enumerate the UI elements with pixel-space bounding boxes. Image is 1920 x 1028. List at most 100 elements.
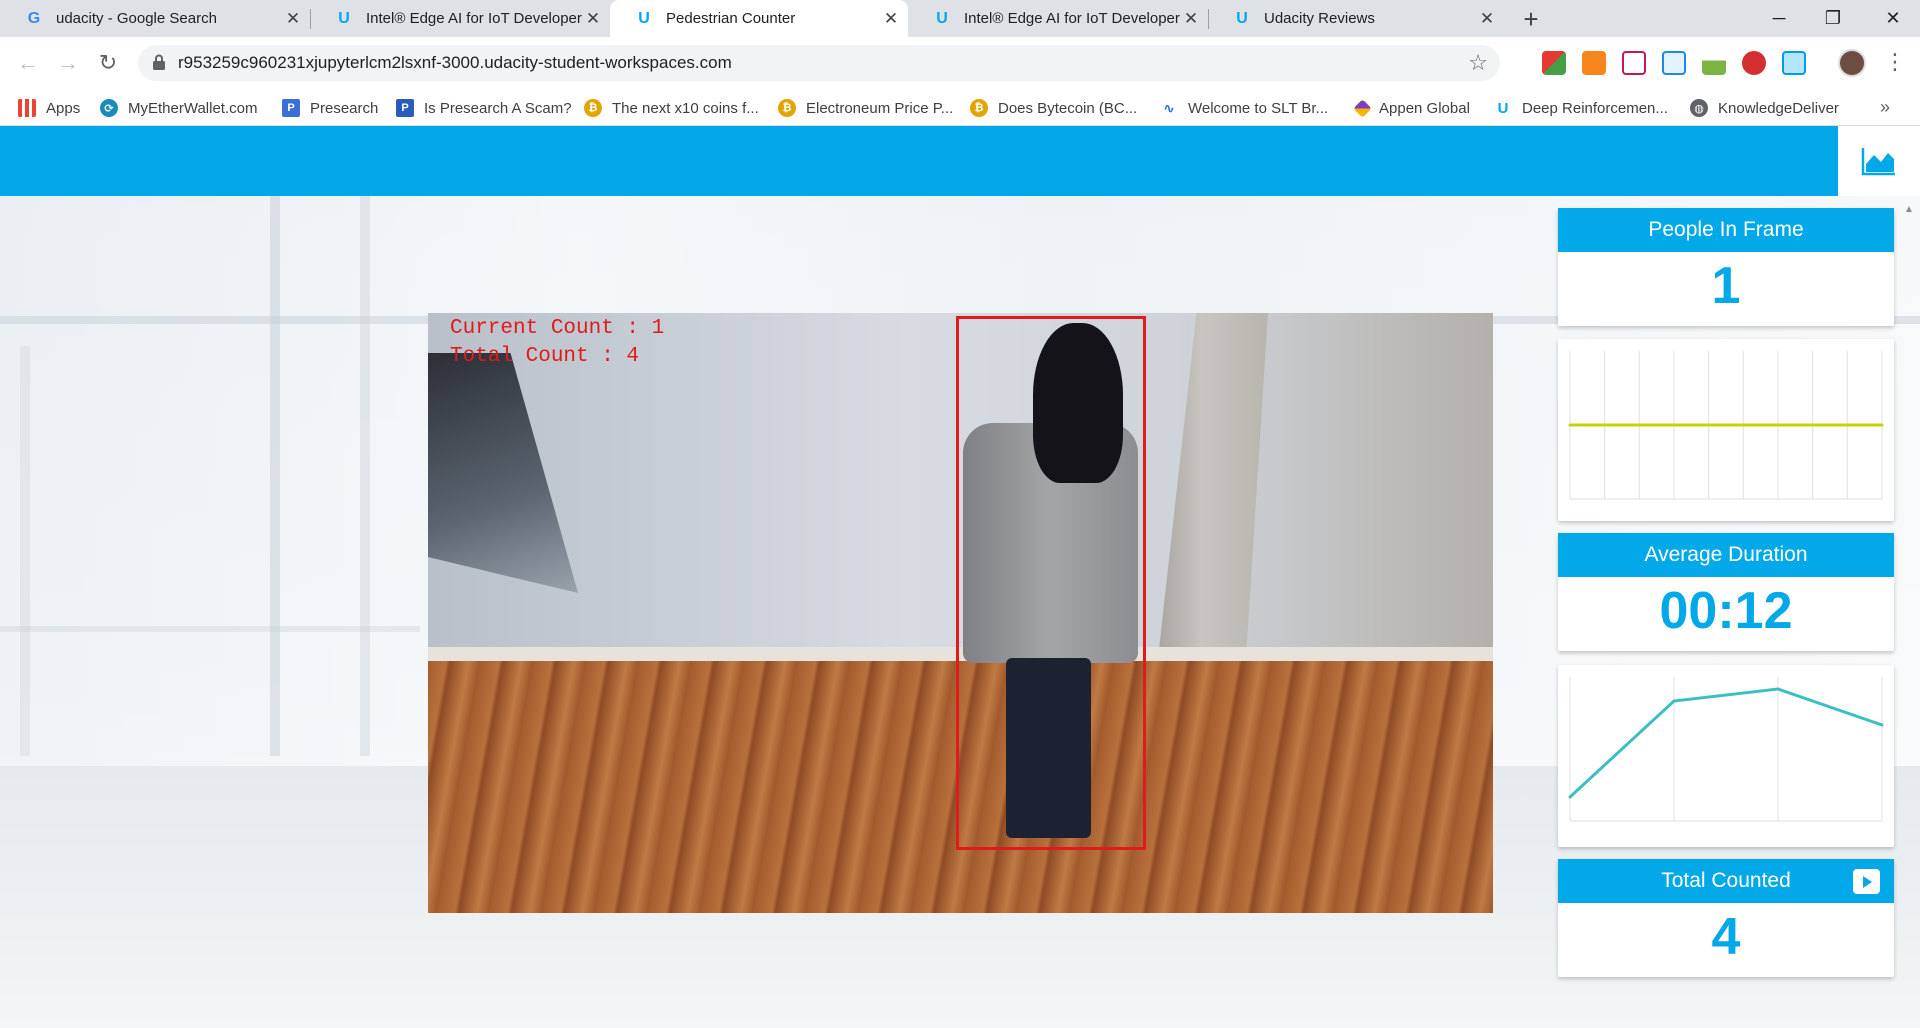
- extension-icon[interactable]: [1782, 51, 1806, 75]
- data-point: [1637, 423, 1641, 427]
- bookmark-label: MyEtherWallet.com: [128, 99, 258, 117]
- close-icon[interactable]: ✕: [582, 8, 604, 30]
- bookmark-presearch-scam[interactable]: P Is Presearch A Scam?: [396, 95, 572, 121]
- udacity-icon: U: [936, 9, 948, 27]
- close-icon[interactable]: ✕: [1476, 8, 1498, 30]
- window-frame: [360, 196, 370, 756]
- kebab-menu-icon[interactable]: ⋮: [1884, 49, 1906, 75]
- bitcoin-icon: ₿: [778, 99, 796, 117]
- bookmark-myetherwallet[interactable]: ⟳ MyEtherWallet.com: [100, 95, 257, 121]
- data-point: [1880, 723, 1884, 727]
- tab-title: Intel® Edge AI for IoT Developers: [366, 10, 582, 27]
- close-icon[interactable]: ✕: [282, 8, 304, 30]
- data-point: [1707, 423, 1711, 427]
- bookmark-apps[interactable]: Apps: [18, 95, 80, 121]
- bookmark-bytecoin[interactable]: ₿ Does Bytecoin (BC...: [970, 95, 1137, 121]
- browser-toolbar: ← → ↻ r953259c960231xjupyterlcm2lsxnf-30…: [0, 37, 1920, 89]
- tab-udacity-reviews[interactable]: U Udacity Reviews ✕: [1208, 0, 1504, 37]
- tab-strip: G udacity - Google Search ✕ U Intel® Edg…: [0, 0, 1920, 37]
- presearch-icon: P: [282, 99, 300, 117]
- bookmark-knowledgedeliver[interactable]: ◍ KnowledgeDeliver: [1690, 95, 1839, 121]
- new-tab-button[interactable]: +: [1516, 4, 1546, 34]
- bookmark-label: KnowledgeDeliver: [1718, 99, 1839, 117]
- play-video-button[interactable]: [1853, 869, 1880, 894]
- google-icon: G: [27, 9, 41, 27]
- close-icon[interactable]: ✕: [880, 8, 902, 30]
- total-counted-card: Total Counted 4: [1558, 859, 1894, 977]
- apps-grid-icon: [18, 99, 36, 117]
- extension-icon[interactable]: [1622, 51, 1646, 75]
- bookmark-slt[interactable]: ∿ Welcome to SLT Br...: [1160, 95, 1328, 121]
- window-close-icon[interactable]: ✕: [1866, 0, 1920, 37]
- lock-icon: [153, 54, 165, 70]
- minimize-icon[interactable]: ─: [1752, 0, 1806, 37]
- udacity-icon: U: [1236, 9, 1248, 27]
- bookmark-appen[interactable]: Appen Global: [1353, 95, 1470, 121]
- chevron-double-right-icon[interactable]: »: [1880, 97, 1890, 118]
- pedestrian-counter-app: Current Count : 1 Total Count : 4 People…: [0, 126, 1920, 1028]
- data-point: [1880, 423, 1884, 427]
- bookmark-deep-rl[interactable]: U Deep Reinforcemen...: [1494, 95, 1668, 121]
- total-counted-header: Total Counted: [1558, 859, 1894, 903]
- reload-icon[interactable]: ↻: [92, 47, 124, 79]
- scrollbar-up-arrow[interactable]: ▲: [1904, 204, 1914, 215]
- current-count-overlay: Current Count : 1: [450, 317, 665, 340]
- total-counted-value: 4: [1711, 908, 1741, 966]
- bitcoin-icon: ₿: [970, 99, 988, 117]
- globe-icon: ◍: [1690, 99, 1708, 117]
- extension-icon[interactable]: [1542, 51, 1566, 75]
- tab-title: Pedestrian Counter: [666, 10, 796, 27]
- bookmarks-bar: Apps ⟳ MyEtherWallet.com P Presearch P I…: [0, 89, 1920, 126]
- tab-intel-edge-ai[interactable]: U Intel® Edge AI for IoT Developers ✕: [310, 0, 610, 37]
- bookmark-star-icon[interactable]: ☆: [1468, 50, 1488, 76]
- data-point: [1568, 423, 1572, 427]
- close-icon[interactable]: ✕: [1180, 8, 1202, 30]
- window-frame: [270, 196, 280, 756]
- tab-google-search[interactable]: G udacity - Google Search ✕: [0, 0, 310, 37]
- window-frame: [20, 346, 30, 756]
- extension-icon[interactable]: [1742, 51, 1766, 75]
- data-point: [1776, 423, 1780, 427]
- udacity-icon: U: [338, 9, 350, 27]
- stats-toggle-button[interactable]: [1838, 126, 1920, 196]
- presearch-icon: P: [396, 99, 414, 117]
- bookmark-label: Electroneum Price P...: [806, 99, 954, 117]
- total-counted-title: Total Counted: [1661, 869, 1791, 892]
- bookmark-presearch[interactable]: P Presearch: [282, 95, 378, 121]
- forward-arrow-icon[interactable]: →: [52, 47, 84, 79]
- bookmark-electroneum[interactable]: ₿ Electroneum Price P...: [778, 95, 953, 121]
- data-point: [1776, 687, 1780, 691]
- tab-intel-edge-ai-2[interactable]: U Intel® Edge AI for IoT Developers ✕: [908, 0, 1208, 37]
- bookmark-label: Deep Reinforcemen...: [1522, 99, 1668, 117]
- bookmark-next-x10-coins[interactable]: ₿ The next x10 coins f...: [584, 95, 759, 121]
- data-point: [1603, 423, 1607, 427]
- appen-icon: [1353, 98, 1372, 118]
- address-bar[interactable]: r953259c960231xjupyterlcm2lsxnf-3000.uda…: [138, 45, 1500, 81]
- url-text: r953259c960231xjupyterlcm2lsxnf-3000.uda…: [178, 53, 732, 72]
- flask-icon[interactable]: [1702, 51, 1726, 75]
- tab-pedestrian-counter[interactable]: U Pedestrian Counter ✕: [610, 0, 908, 37]
- bookmark-label: Does Bytecoin (BC...: [998, 99, 1138, 117]
- back-arrow-icon[interactable]: ←: [12, 47, 44, 79]
- tab-title: Udacity Reviews: [1264, 10, 1375, 27]
- data-point: [1741, 423, 1745, 427]
- bookmark-label: Is Presearch A Scam?: [424, 99, 572, 117]
- bookmark-label: Apps: [46, 99, 81, 117]
- tab-title: Intel® Edge AI for IoT Developers: [964, 10, 1180, 27]
- average-duration-card: Average Duration 00:12: [1558, 533, 1894, 651]
- average-duration-title: Average Duration: [1558, 533, 1894, 577]
- average-duration-chart: [1558, 665, 1894, 847]
- tab-title: udacity - Google Search: [56, 10, 217, 27]
- presearch-extension-icon[interactable]: [1662, 51, 1686, 75]
- people-in-frame-title: People In Frame: [1558, 208, 1894, 252]
- average-duration-value: 00:12: [1659, 582, 1793, 640]
- restore-icon[interactable]: ❐: [1806, 0, 1860, 37]
- people-in-frame-card: People In Frame 1: [1558, 208, 1894, 326]
- data-point: [1568, 795, 1572, 799]
- metamask-icon[interactable]: [1582, 51, 1606, 75]
- people-in-frame-chart: [1558, 339, 1894, 521]
- profile-avatar[interactable]: [1838, 49, 1866, 77]
- data-point: [1811, 423, 1815, 427]
- detection-bounding-box: [956, 316, 1146, 850]
- play-icon: [1862, 875, 1872, 888]
